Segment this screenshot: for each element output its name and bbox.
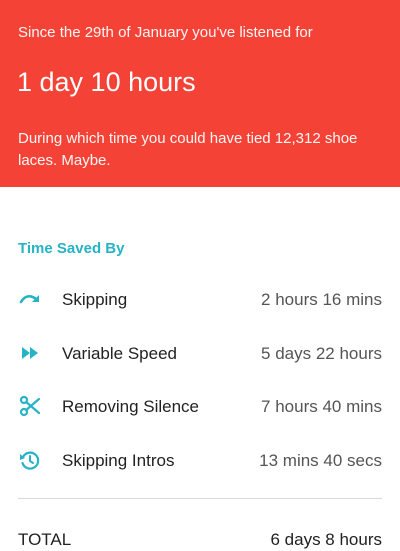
time-saved-row-removing-silence: Removing Silence 7 hours 40 mins	[0, 390, 400, 422]
time-saved-heading: Time Saved By	[18, 240, 125, 257]
total-value: 6 days 8 hours	[270, 530, 382, 549]
row-value: 7 hours 40 mins	[261, 397, 382, 416]
fun-fact-text: During which time you could have tied 12…	[18, 130, 358, 169]
total-label: TOTAL	[18, 530, 72, 549]
skip-arrow-icon	[18, 287, 42, 311]
stats-header: Since the 29th of January you've listene…	[0, 0, 400, 187]
time-saved-row-skipping-intros: Skipping Intros 13 mins 40 secs	[0, 444, 400, 476]
fast-forward-icon	[18, 341, 42, 365]
row-label: Skipping Intros	[62, 451, 175, 470]
listened-duration: 1 day 10 hours	[17, 67, 196, 97]
row-label: Removing Silence	[62, 397, 200, 416]
row-value: 5 days 22 hours	[261, 344, 382, 363]
row-value: 2 hours 16 mins	[261, 290, 382, 309]
time-saved-row-variable-speed: Variable Speed 5 days 22 hours	[0, 337, 400, 369]
row-label: Skipping	[62, 290, 128, 309]
since-text: Since the 29th of January you've listene…	[18, 24, 313, 41]
scissors-icon	[18, 394, 42, 418]
time-saved-row-skipping: Skipping 2 hours 16 mins	[0, 283, 400, 315]
divider	[18, 498, 382, 499]
row-value: 13 mins 40 secs	[259, 451, 382, 470]
skip-intro-clock-icon	[18, 448, 42, 472]
row-label: Variable Speed	[62, 344, 177, 363]
